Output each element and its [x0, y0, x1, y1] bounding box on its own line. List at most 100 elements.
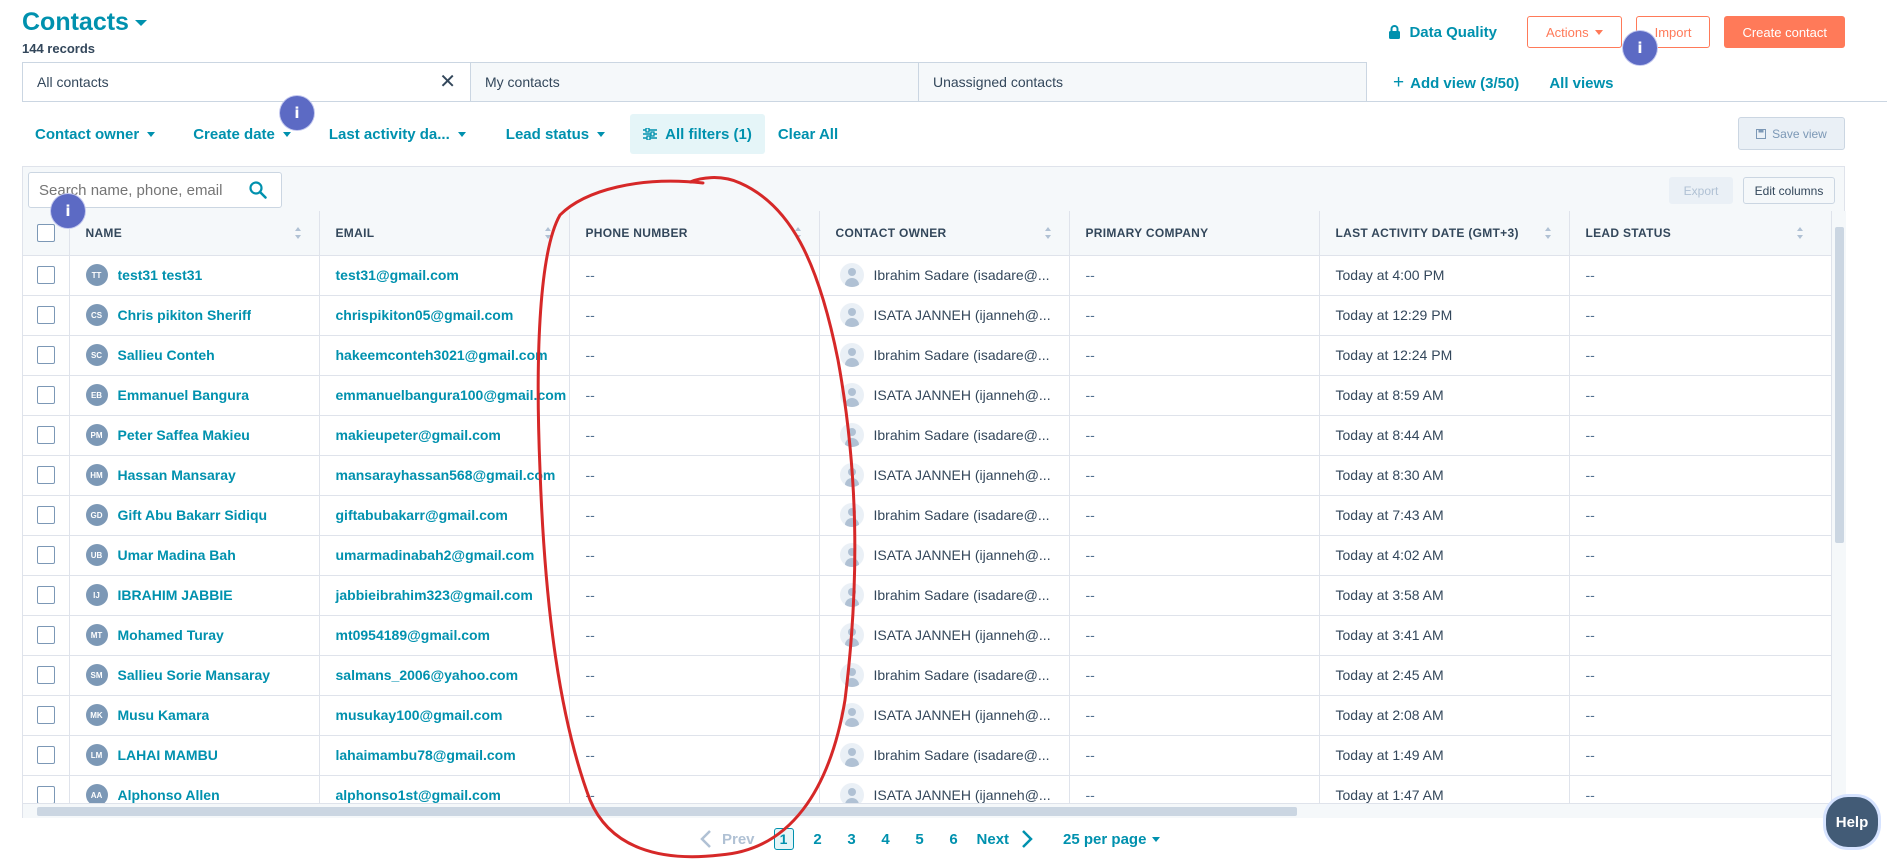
page-2-button[interactable]: 2 — [801, 831, 835, 848]
page-6-button[interactable]: 6 — [937, 831, 971, 848]
email-link[interactable]: makieupeter@gmail.com — [336, 427, 501, 443]
table-row[interactable]: UB Umar Madina Bah umarmadinabah2@gmail.co… — [23, 535, 1838, 576]
prev-page-button[interactable]: Prev — [700, 829, 755, 849]
contact-name-link[interactable]: IBRAHIM JABBIE — [118, 587, 233, 603]
sort-icon[interactable] — [794, 227, 801, 239]
tab-unassigned-contacts[interactable]: Unassigned contacts — [918, 62, 1367, 102]
table-row[interactable]: MK Musu Kamara musukay100@gmail.com -- ISATA… — [23, 695, 1838, 736]
next-page-button[interactable]: Next — [977, 829, 1034, 849]
email-link[interactable]: alphonso1st@gmail.com — [336, 787, 501, 803]
page-4-button[interactable]: 4 — [869, 831, 903, 848]
table-row[interactable]: GD Gift Abu Bakarr Sidiqu giftabubakarr@gm… — [23, 495, 1838, 536]
search-icon[interactable] — [249, 181, 267, 199]
contact-owner-filter[interactable]: Contact owner — [22, 126, 168, 143]
create-contact-button[interactable]: Create contact — [1724, 16, 1845, 48]
column-header-last-activity[interactable]: LAST ACTIVITY DATE (GMT+3) — [1319, 211, 1570, 256]
add-view-button[interactable]: + Add view (3/50) — [1393, 72, 1519, 94]
sort-icon[interactable] — [1544, 227, 1551, 239]
table-row[interactable]: SM Sallieu Sorie Mansaray salmans_2006@yah… — [23, 655, 1838, 696]
row-checkbox[interactable] — [36, 306, 55, 325]
all-filters-button[interactable]: All filters (1) — [630, 114, 765, 154]
all-views-link[interactable]: All views — [1549, 75, 1613, 92]
contact-name-link[interactable]: Sallieu Conteh — [118, 347, 215, 363]
email-link[interactable]: mt0954189@gmail.com — [336, 627, 491, 643]
row-checkbox[interactable] — [36, 546, 55, 565]
contact-name-link[interactable]: Alphonso Allen — [118, 787, 220, 803]
email-link[interactable]: test31@gmail.com — [336, 267, 459, 283]
email-link[interactable]: chrispikiton05@gmail.com — [336, 307, 514, 323]
vertical-scrollbar[interactable] — [1831, 211, 1846, 803]
horizontal-scrollbar[interactable] — [23, 803, 1831, 818]
email-link[interactable]: umarmadinabah2@gmail.com — [336, 547, 535, 563]
page-1-button[interactable]: 1 — [773, 828, 794, 850]
contact-name-link[interactable]: Musu Kamara — [118, 707, 210, 723]
contact-name-link[interactable]: test31 test31 — [118, 267, 203, 283]
table-row[interactable]: MT Mohamed Turay mt0954189@gmail.com -- ISAT… — [23, 615, 1838, 656]
page-5-button[interactable]: 5 — [903, 831, 937, 848]
column-header-phone[interactable]: PHONE NUMBER — [569, 211, 820, 256]
help-button[interactable]: Help — [1826, 797, 1878, 847]
column-header-name[interactable]: NAME — [69, 211, 320, 256]
contact-name-link[interactable]: LAHAI MAMBU — [118, 747, 218, 763]
info-badge[interactable]: i — [1623, 31, 1657, 65]
tab-my-contacts[interactable]: My contacts — [470, 62, 919, 102]
table-row[interactable]: SC Sallieu Conteh hakeemconteh3021@gmail.c… — [23, 335, 1838, 376]
contact-name-link[interactable]: Chris pikiton Sheriff — [118, 307, 252, 323]
object-switcher[interactable]: Contacts — [22, 8, 147, 37]
table-row[interactable]: IJ IBRAHIM JABBIE jabbieibrahim323@gmail.c… — [23, 575, 1838, 616]
actions-button[interactable]: Actions — [1526, 16, 1622, 48]
row-checkbox[interactable] — [36, 266, 55, 285]
row-checkbox[interactable] — [36, 586, 55, 605]
email-link[interactable]: emmanuelbangura100@gmail.com — [336, 387, 567, 403]
save-view-button[interactable]: Save view — [1738, 117, 1845, 150]
close-icon[interactable]: ✕ — [439, 72, 456, 92]
table-row[interactable]: AA Alphonso Allen alphonso1st@gmail.com -- I… — [23, 775, 1838, 803]
contact-name-link[interactable]: Emmanuel Bangura — [118, 387, 249, 403]
table-row[interactable]: TT test31 test31 test31@gmail.com -- Ibrahim… — [23, 255, 1838, 296]
row-checkbox[interactable] — [36, 466, 55, 485]
email-link[interactable]: giftabubakarr@gmail.com — [336, 507, 508, 523]
email-link[interactable]: jabbieibrahim323@gmail.com — [336, 587, 533, 603]
edit-columns-button[interactable]: Edit columns — [1743, 177, 1835, 204]
column-header-lead-status[interactable]: LEAD STATUS — [1569, 211, 1838, 256]
contact-name-link[interactable]: Hassan Mansaray — [118, 467, 236, 483]
row-checkbox[interactable] — [36, 386, 55, 405]
email-link[interactable]: lahaimambu78@gmail.com — [336, 747, 516, 763]
table-row[interactable]: EB Emmanuel Bangura emmanuelbangura100@gma… — [23, 375, 1838, 416]
per-page-select[interactable]: 25 per page — [1063, 831, 1161, 848]
contact-name-link[interactable]: Umar Madina Bah — [118, 547, 236, 563]
export-button[interactable]: Export — [1669, 177, 1733, 204]
contact-name-link[interactable]: Mohamed Turay — [118, 627, 224, 643]
clear-all-button[interactable]: Clear All — [765, 126, 851, 143]
email-link[interactable]: salmans_2006@yahoo.com — [336, 667, 519, 683]
email-link[interactable]: hakeemconteh3021@gmail.com — [336, 347, 548, 363]
column-header-email[interactable]: EMAIL — [319, 211, 570, 256]
scrollbar-thumb[interactable] — [1835, 227, 1844, 543]
info-badge[interactable]: i — [280, 96, 314, 130]
contact-name-link[interactable]: Gift Abu Bakarr Sidiqu — [118, 507, 268, 523]
data-quality-link[interactable]: Data Quality — [1388, 24, 1497, 41]
sort-icon[interactable] — [1796, 227, 1803, 239]
row-checkbox[interactable] — [36, 626, 55, 645]
scrollbar-thumb[interactable] — [37, 807, 1297, 816]
page-3-button[interactable]: 3 — [835, 831, 869, 848]
row-checkbox[interactable] — [36, 506, 55, 525]
last-activity-filter[interactable]: Last activity da... — [316, 126, 479, 143]
row-checkbox[interactable] — [36, 706, 55, 725]
table-row[interactable]: PM Peter Saffea Makieu makieupeter@gmail.c… — [23, 415, 1838, 456]
table-row[interactable]: CS Chris pikiton Sheriff chrispikiton05@gm… — [23, 295, 1838, 336]
info-badge[interactable]: i — [51, 194, 85, 228]
row-checkbox[interactable] — [36, 786, 55, 803]
tab-all-contacts[interactable]: All contacts ✕ — [22, 62, 471, 102]
email-link[interactable]: musukay100@gmail.com — [336, 707, 503, 723]
email-link[interactable]: mansarayhassan568@gmail.com — [336, 467, 556, 483]
column-header-owner[interactable]: CONTACT OWNER — [819, 211, 1070, 256]
column-header-company[interactable]: PRIMARY COMPANY — [1069, 211, 1320, 256]
sort-icon[interactable] — [1044, 227, 1051, 239]
lead-status-filter[interactable]: Lead status — [493, 126, 618, 143]
table-row[interactable]: HM Hassan Mansaray mansarayhassan568@gmail… — [23, 455, 1838, 496]
create-date-filter[interactable]: Create date — [180, 126, 304, 143]
sort-icon[interactable] — [294, 227, 301, 239]
row-checkbox[interactable] — [36, 746, 55, 765]
row-checkbox[interactable] — [36, 426, 55, 445]
